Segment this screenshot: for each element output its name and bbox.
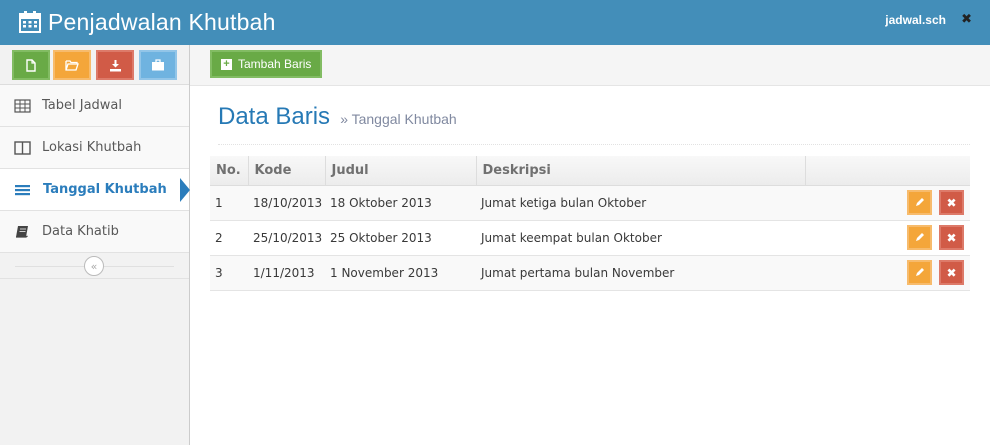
sidebar-item-data-khatib[interactable]: Data Khatib: [0, 211, 189, 253]
times-icon: ✖: [946, 195, 957, 210]
close-icon[interactable]: ✖: [961, 12, 972, 27]
column-header-actions: [804, 156, 970, 186]
delete-button[interactable]: ✖: [939, 225, 964, 250]
toolbar: + Tambah Baris: [190, 45, 990, 86]
pencil-icon: [916, 233, 925, 241]
edit-button[interactable]: [907, 190, 933, 215]
cell-kode: 25/10/2013: [253, 230, 323, 245]
row-actions: ✖: [805, 220, 970, 255]
column-header-kode[interactable]: Kode: [247, 156, 325, 186]
briefcase-icon: [152, 59, 164, 71]
folder-open-icon: [65, 60, 79, 71]
briefcase-button[interactable]: [139, 50, 177, 80]
sidebar-item-lokasi-khutbah[interactable]: Lokasi Khutbah: [0, 127, 189, 169]
row-actions: ✖: [805, 185, 970, 220]
cell-judul: 18 Oktober 2013: [330, 195, 432, 210]
cell-deskripsi: Jumat keempat bulan Oktober: [481, 230, 662, 245]
pencil-icon: [916, 268, 925, 276]
cell-deskripsi: Jumat ketiga bulan Oktober: [481, 195, 647, 210]
download-icon: [109, 59, 121, 71]
sidebar-item-label: Tabel Jadwal: [42, 98, 123, 113]
sidebar-item-tanggal-khutbah[interactable]: Tanggal Khutbah: [0, 169, 189, 211]
shortcut-bar: [0, 45, 189, 85]
book-icon: [16, 226, 28, 238]
brand[interactable]: Penjadwalan Khutbah: [18, 7, 276, 37]
download-button[interactable]: [96, 50, 134, 80]
table-header-row: No. Kode Judul Deskripsi: [210, 156, 970, 186]
add-row-button[interactable]: + Tambah Baris: [210, 50, 323, 78]
sidebar-item-label: Data Khatib: [42, 224, 119, 239]
sidebar: Tabel Jadwal Lokasi Khutbah Tanggal Khut…: [0, 45, 190, 445]
cell-judul: 1 November 2013: [330, 265, 439, 280]
data-table: No. Kode Judul Deskripsi 1 18/10/2013 18…: [210, 156, 970, 291]
column-header-judul[interactable]: Judul: [324, 156, 476, 186]
columns-icon: [14, 141, 31, 155]
table-row[interactable]: 2 25/10/2013 25 Oktober 2013 Jumat keemp…: [210, 220, 970, 255]
edit-button[interactable]: [907, 225, 933, 250]
calendar-icon: [19, 11, 41, 33]
cell-kode: 18/10/2013: [253, 195, 323, 210]
cell-deskripsi: Jumat pertama bulan November: [481, 265, 675, 280]
main-content: + Tambah Baris Data Baris » Tanggal Khut…: [190, 45, 990, 445]
column-header-deskripsi[interactable]: Deskripsi: [475, 156, 805, 186]
cell-judul: 25 Oktober 2013: [330, 230, 432, 245]
sidebar-collapse-bar: «: [0, 253, 189, 279]
times-icon: ✖: [946, 230, 957, 245]
open-folder-button[interactable]: [53, 50, 91, 80]
pencil-icon: [916, 198, 925, 206]
plus-icon: +: [221, 58, 232, 70]
sidebar-item-label: Tanggal Khutbah: [43, 182, 167, 197]
column-header-no[interactable]: No.: [210, 156, 248, 186]
times-icon: ✖: [946, 265, 957, 280]
edit-button[interactable]: [907, 260, 933, 285]
sidebar-item-label: Lokasi Khutbah: [42, 140, 142, 155]
delete-button[interactable]: ✖: [939, 190, 964, 215]
new-file-icon: [26, 58, 36, 72]
cell-no: 1: [215, 195, 223, 210]
table-row[interactable]: 1 18/10/2013 18 Oktober 2013 Jumat ketig…: [210, 185, 970, 220]
double-chevron-left-icon: «: [90, 259, 98, 273]
add-row-label: Tambah Baris: [238, 57, 312, 71]
delete-button[interactable]: ✖: [939, 260, 964, 285]
cell-no: 2: [215, 230, 223, 245]
user-name[interactable]: jadwal.sch: [885, 13, 946, 27]
top-navbar: Penjadwalan Khutbah jadwal.sch ✖: [0, 0, 990, 45]
sidebar-item-tabel-jadwal[interactable]: Tabel Jadwal: [0, 85, 189, 127]
cell-kode: 1/11/2013: [253, 265, 315, 280]
table-row[interactable]: 3 1/11/2013 1 November 2013 Jumat pertam…: [210, 255, 970, 290]
row-actions: ✖: [805, 255, 970, 290]
sidebar-nav: Tabel Jadwal Lokasi Khutbah Tanggal Khut…: [0, 85, 189, 253]
new-file-button[interactable]: [12, 50, 50, 80]
list-icon: [15, 185, 30, 196]
page-subtitle: » Tanggal Khutbah: [340, 111, 457, 127]
table-icon: [14, 99, 31, 113]
app-title: Penjadwalan Khutbah: [48, 8, 276, 35]
cell-no: 3: [215, 265, 223, 280]
page-header: Data Baris » Tanggal Khutbah: [218, 103, 970, 145]
page-title: Data Baris: [218, 103, 331, 130]
collapse-sidebar-button[interactable]: «: [84, 256, 104, 276]
